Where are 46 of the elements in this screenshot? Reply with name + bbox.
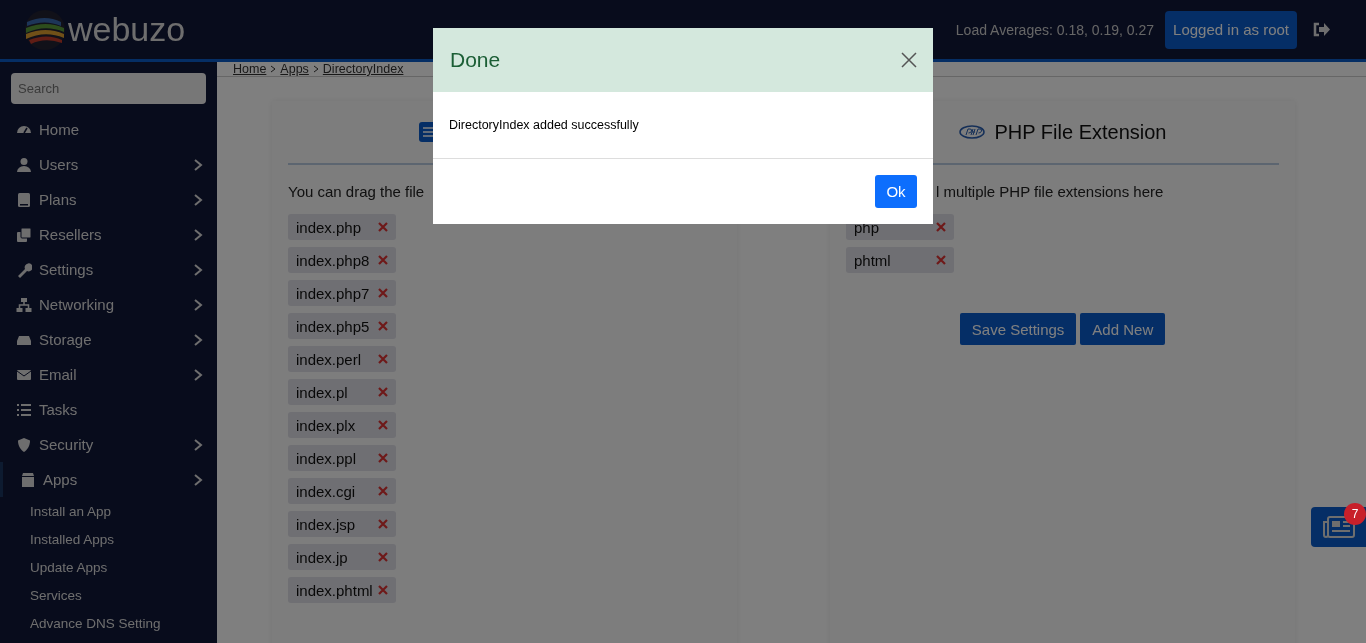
sidebar-item[interactable]: Networking bbox=[0, 287, 217, 322]
ok-button[interactable]: Ok bbox=[875, 175, 917, 208]
breadcrumb-link[interactable]: Apps bbox=[280, 62, 309, 76]
submenu-item[interactable]: Advance DNS Setting bbox=[0, 609, 217, 637]
tag-label: index.phtml bbox=[296, 581, 373, 599]
tag-label: index.php5 bbox=[296, 317, 370, 335]
tag-label: php bbox=[854, 218, 880, 236]
tag-label: index.plx bbox=[296, 416, 356, 434]
sidebar-item[interactable]: Home bbox=[0, 112, 217, 147]
sidebar-item[interactable]: Email bbox=[0, 357, 217, 392]
submenu-item[interactable]: Install an App bbox=[0, 497, 217, 525]
tag-label: index.jsp bbox=[296, 515, 356, 533]
action-button[interactable]: Add New bbox=[1080, 313, 1166, 345]
sidebar-item[interactable]: Security bbox=[0, 427, 217, 462]
card-description: l multiple PHP file extensions here bbox=[936, 183, 1164, 200]
sidebar-item[interactable]: Users bbox=[0, 147, 217, 182]
tag-label: index.jp bbox=[296, 548, 348, 566]
tag-label: index.php8 bbox=[296, 251, 370, 269]
brand-name: webuzo bbox=[68, 10, 186, 49]
breadcrumb-link[interactable]: DirectoryIndex bbox=[322, 62, 404, 76]
sidebar-item[interactable]: Tasks bbox=[0, 392, 217, 427]
tag-label: index.php bbox=[296, 218, 362, 236]
load-averages: Load Averages: 0.18, 0.19, 0.27 bbox=[955, 21, 1155, 38]
tag-label: index.php7 bbox=[296, 284, 370, 302]
dialog-message: DirectoryIndex added successfully bbox=[449, 118, 639, 132]
card-description: You can drag the file bbox=[288, 183, 426, 200]
sidebar-item[interactable]: Plans bbox=[0, 182, 217, 217]
search-field[interactable]: Search bbox=[11, 73, 206, 104]
sidebar-item[interactable]: Apps bbox=[0, 462, 217, 497]
sidebar-item[interactable]: Settings bbox=[0, 252, 217, 287]
tag-label: index.ppl bbox=[296, 449, 357, 467]
sidebar-item[interactable]: Resellers bbox=[0, 217, 217, 252]
logged-in-button[interactable]: Logged in as root bbox=[1165, 10, 1297, 49]
submenu-item[interactable]: Update Apps bbox=[0, 553, 217, 581]
submenu-item[interactable]: Services bbox=[0, 581, 217, 609]
tag-label: index.pl bbox=[296, 383, 348, 401]
tag-label: phtml bbox=[854, 251, 891, 269]
action-button[interactable]: Save Settings bbox=[959, 313, 1077, 345]
tag-label: index.cgi bbox=[296, 482, 356, 500]
tag-label: index.perl bbox=[296, 350, 362, 368]
submenu-item[interactable]: Installed Apps bbox=[0, 525, 217, 553]
card-title: PHP File Extension bbox=[994, 120, 1167, 144]
sidebar-item[interactable]: Storage bbox=[0, 322, 217, 357]
notification-count: 7 bbox=[1344, 503, 1366, 525]
breadcrumb-link[interactable]: Home bbox=[233, 62, 267, 76]
dialog-title: Done bbox=[450, 48, 501, 72]
